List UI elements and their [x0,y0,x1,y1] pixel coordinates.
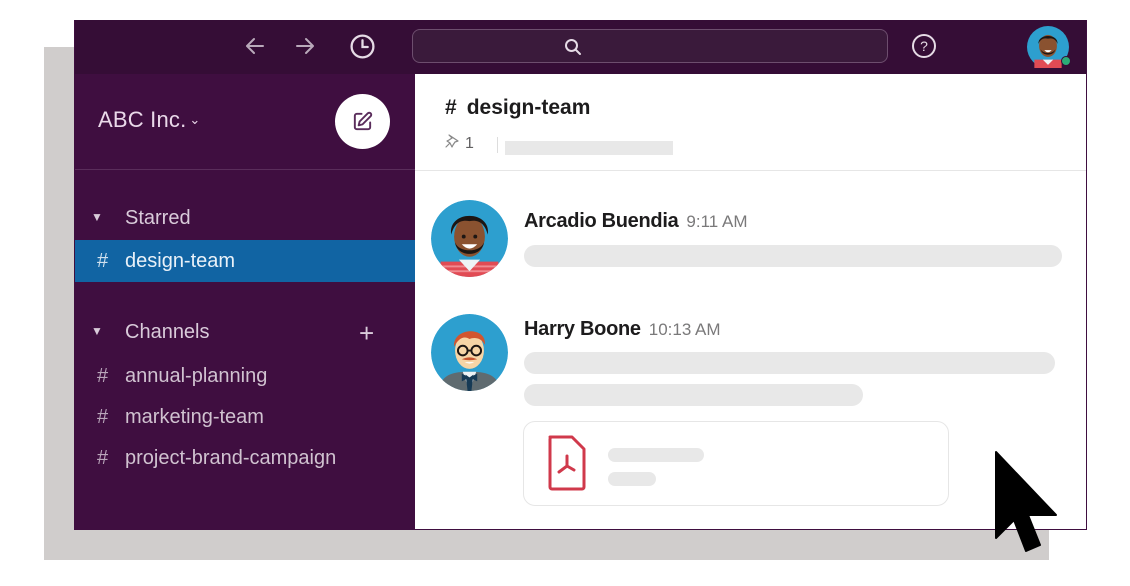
channel-title[interactable]: # design-team [445,96,590,120]
file-name-placeholder [608,448,704,462]
hash-icon: # [97,447,109,469]
channel-name: annual-planning [125,365,268,387]
collapse-triangle-icon: ▼ [91,210,103,224]
message-text-placeholder [524,245,1062,267]
channel-view: # design-team 1 Arcadio Buendia 9:11 AM … [415,74,1086,529]
section-label: Channels [125,321,210,343]
search-icon [565,39,581,55]
hash-icon: # [445,96,457,119]
message-timestamp[interactable]: 9:11 AM [686,212,747,231]
harry-avatar[interactable] [431,314,508,391]
collapse-triangle-icon: ▼ [91,324,103,338]
sidebar-item-design-team[interactable]: # design-team [75,240,415,282]
sidebar: ABC Inc. ⌄ ▼ Starred # design-team ▼ Channel… [75,74,415,529]
channels-section-header[interactable]: ▼ Channels [91,321,210,344]
search-input[interactable] [412,29,888,63]
add-channel-plus-icon[interactable]: + [359,319,374,347]
presence-indicator [1061,56,1071,66]
back-arrow-icon[interactable] [243,34,267,64]
author-name: Arcadio Buendia [524,210,679,232]
sidebar-divider [75,169,415,170]
hash-icon: # [97,250,109,272]
svg-text:?: ? [920,38,928,54]
compose-icon [353,111,373,131]
message-text-placeholder [524,352,1055,374]
sidebar-item-annual-planning[interactable]: # annual-planning [75,355,415,397]
hash-icon: # [97,365,109,387]
pinned-items-button[interactable]: 1 [445,134,474,155]
channel-name: design-team [125,250,236,272]
help-icon[interactable]: ? [911,33,937,64]
file-meta-placeholder [608,472,656,486]
channel-topic-placeholder [505,141,673,155]
starred-section-header[interactable]: ▼ Starred [91,207,191,230]
message-text-placeholder [524,384,863,406]
message-author[interactable]: Harry Boone 10:13 AM [524,318,721,341]
message-timestamp[interactable]: 10:13 AM [649,320,721,339]
pdf-file-icon [548,435,586,491]
history-clock-icon[interactable] [349,33,376,66]
workspace-name: ABC Inc. [98,107,187,132]
pdf-attachment[interactable] [523,421,949,506]
meta-separator [497,137,498,153]
header-divider [415,170,1086,171]
hash-icon: # [97,406,109,428]
pin-icon [445,134,459,155]
app-window: ? ABC Inc. ⌄ ▼ Starred # design-team ▼ C… [74,20,1087,530]
sidebar-item-marketing-team[interactable]: # marketing-team [75,396,415,438]
forward-arrow-icon[interactable] [293,34,317,64]
mouse-pointer-cursor [994,450,1062,559]
user-avatar[interactable] [1027,26,1071,68]
compose-button[interactable] [335,94,390,149]
section-label: Starred [125,207,191,229]
channel-name: project-brand-campaign [125,447,337,469]
pinned-count: 1 [465,135,474,152]
channel-name: marketing-team [125,406,264,428]
author-name: Harry Boone [524,318,641,340]
arcadio-avatar[interactable] [431,200,508,277]
channel-title-name: design-team [466,96,591,119]
message-author[interactable]: Arcadio Buendia 9:11 AM [524,210,748,233]
chevron-down-icon: ⌄ [189,112,201,127]
workspace-switcher[interactable]: ABC Inc. ⌄ [98,107,201,133]
sidebar-item-project-brand-campaign[interactable]: # project-brand-campaign [75,437,415,479]
top-bar: ? [75,20,1086,74]
